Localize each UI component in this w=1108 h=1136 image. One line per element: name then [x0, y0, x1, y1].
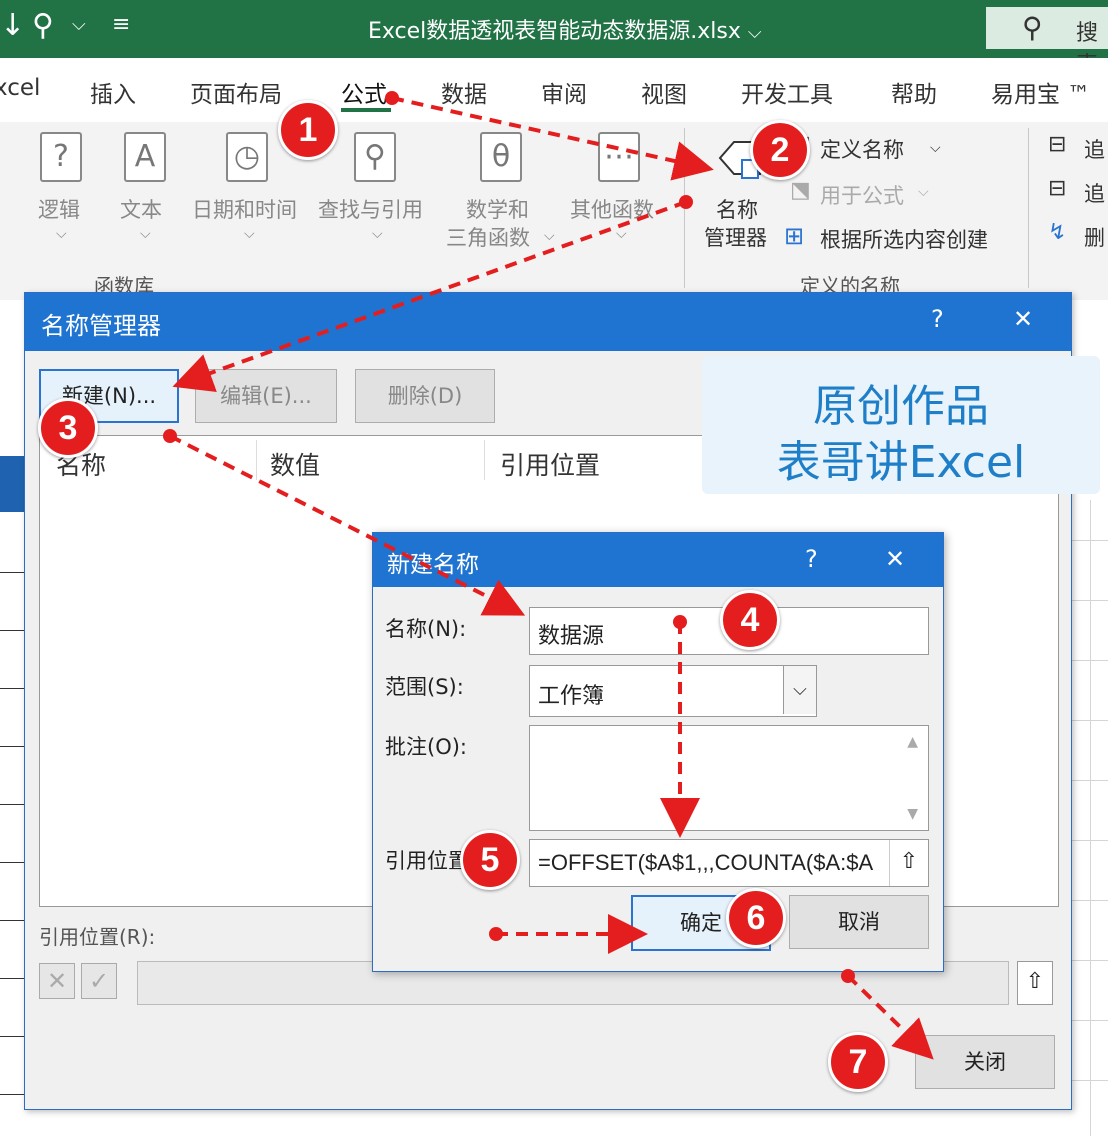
arrow-2-to-3 [172, 200, 687, 392]
arrow-start-dot [489, 927, 503, 941]
arrow-start-dot [841, 969, 855, 983]
step-marker-1: 1 [278, 100, 338, 160]
step-marker-2: 2 [750, 120, 810, 180]
arrow-3-to-4 [169, 434, 526, 616]
arrow-start-dot [679, 195, 693, 209]
arrow-start-dot [163, 429, 177, 443]
arrow-1-to-2 [391, 96, 714, 181]
arrow-start-dot [385, 91, 399, 105]
step-marker-6: 6 [726, 888, 786, 948]
step-marker-3: 3 [38, 398, 98, 458]
step-marker-4: 4 [720, 590, 780, 650]
arrow-start-dot [673, 615, 687, 629]
tutorial-arrows [163, 91, 934, 1060]
step-marker-5: 5 [460, 830, 520, 890]
step-marker-7: 7 [828, 1032, 888, 1092]
